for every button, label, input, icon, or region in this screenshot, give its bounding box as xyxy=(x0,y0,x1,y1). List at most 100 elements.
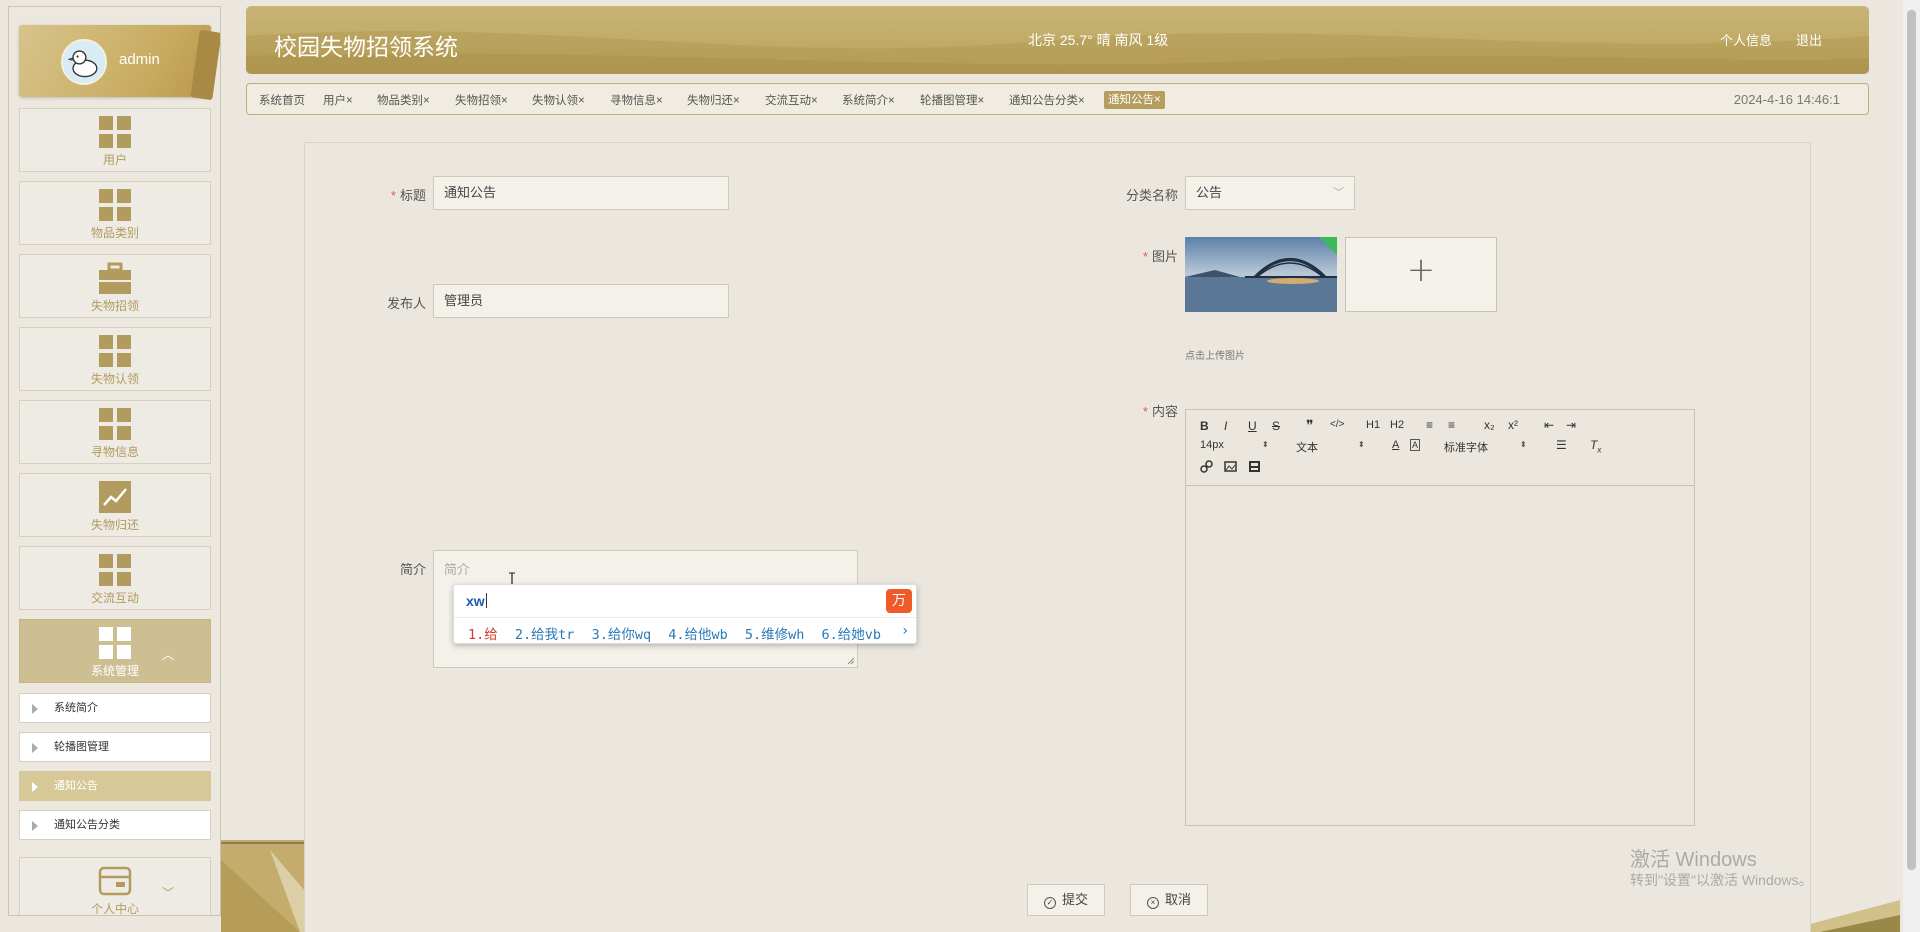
sidebar-item-item-categories[interactable]: 物品类别 xyxy=(19,181,211,245)
resize-grip-icon[interactable] xyxy=(847,657,855,665)
tab-interaction[interactable]: 交流互动× xyxy=(765,92,818,108)
sidebar-item-lost-found[interactable]: 失物招领 xyxy=(19,254,211,318)
close-icon[interactable]: × xyxy=(346,95,353,107)
tab-returns[interactable]: 失物归还× xyxy=(687,92,740,108)
caret-right-icon xyxy=(32,782,38,792)
chart-icon xyxy=(99,481,131,513)
chevron-right-icon[interactable]: › xyxy=(902,623,908,639)
close-icon[interactable]: × xyxy=(501,95,508,107)
ime-candidate[interactable]: 5.维修wh xyxy=(745,627,805,643)
tab-announcements[interactable]: 通知公告× xyxy=(1104,91,1165,109)
bold-icon[interactable]: B xyxy=(1200,419,1209,433)
logout-link[interactable]: 退出 xyxy=(1796,30,1822,49)
image-icon[interactable] xyxy=(1224,460,1237,473)
close-icon[interactable]: × xyxy=(423,95,430,107)
uploaded-image-thumbnail[interactable] xyxy=(1185,237,1337,312)
bullet-list-icon[interactable]: ≡ xyxy=(1448,418,1455,432)
avatar[interactable] xyxy=(61,39,107,85)
close-circle-icon: × xyxy=(1147,897,1159,909)
italic-icon[interactable]: I xyxy=(1224,419,1227,433)
close-icon[interactable]: × xyxy=(1154,94,1161,106)
video-icon[interactable] xyxy=(1248,460,1261,473)
superscript-icon[interactable]: x² xyxy=(1508,418,1518,432)
tab-carousel[interactable]: 轮播图管理× xyxy=(920,92,984,108)
tab-bar: 系统首页 用户× 物品类别× 失物招领× 失物认领× 寻物信息× 失物归还× 交… xyxy=(246,83,1869,115)
tab-system-intro[interactable]: 系统简介× xyxy=(842,92,895,108)
grid-icon xyxy=(99,554,131,586)
subscript-icon[interactable]: x₂ xyxy=(1484,418,1495,432)
indent-icon[interactable]: ⇥ xyxy=(1566,418,1576,432)
sidebar-item-personal-center[interactable]: 个人中心 ﹀ xyxy=(19,857,211,916)
sidebar-item-system-management[interactable]: 系统管理 ︿ xyxy=(19,619,211,683)
block-type-select[interactable]: 文本 ⬍ xyxy=(1296,439,1368,455)
ime-composition: xw xyxy=(466,593,487,609)
intro-label: 简介 xyxy=(399,562,426,577)
sidebar-item-label: 个人中心 xyxy=(90,902,139,916)
tab-claims[interactable]: 失物认领× xyxy=(532,92,585,108)
ime-candidate[interactable]: 4.给他wb xyxy=(668,627,728,643)
close-icon[interactable]: × xyxy=(733,95,740,107)
font-color-icon[interactable]: A xyxy=(1392,439,1399,451)
title-label: * 标题 xyxy=(390,188,426,203)
select-caret-icon: ⬍ xyxy=(1520,440,1527,449)
align-icon[interactable]: ☰ xyxy=(1556,438,1567,452)
close-icon[interactable]: × xyxy=(578,95,585,107)
editor-content-area[interactable] xyxy=(1186,487,1694,825)
ime-candidate[interactable]: 2.给我tr xyxy=(515,627,575,643)
ime-candidate[interactable]: 6.给她vb xyxy=(822,627,882,643)
close-icon[interactable]: × xyxy=(888,95,895,107)
profile-link[interactable]: 个人信息 xyxy=(1720,30,1772,49)
publisher-input[interactable]: 管理员 xyxy=(433,284,729,318)
category-select[interactable]: 公告 ﹀ xyxy=(1185,176,1355,210)
tab-search-info[interactable]: 寻物信息× xyxy=(610,92,663,108)
strike-icon[interactable]: S xyxy=(1272,419,1280,433)
sidebar-item-label: 寻物信息 xyxy=(90,445,139,459)
ime-candidate[interactable]: 1.给 xyxy=(468,627,498,643)
heading1-icon[interactable]: H1 xyxy=(1366,419,1380,431)
blockquote-icon[interactable]: ❞ xyxy=(1306,417,1314,434)
outdent-icon[interactable]: ⇤ xyxy=(1544,418,1554,432)
sidebar-subitem-announcements[interactable]: 通知公告 xyxy=(19,771,211,801)
font-size-select[interactable]: 14px ⬍ xyxy=(1200,439,1272,451)
page-scrollbar[interactable] xyxy=(1903,0,1920,932)
sidebar-item-returns[interactable]: 失物归还 xyxy=(19,473,211,537)
tab-announcement-categories[interactable]: 通知公告分类× xyxy=(1009,92,1085,108)
tab-home[interactable]: 系统首页 xyxy=(259,92,305,108)
title-input[interactable]: 通知公告 xyxy=(433,176,729,210)
sidebar-subitem-label: 通知公告分类 xyxy=(54,818,120,831)
clear-format-icon[interactable]: Tx xyxy=(1590,438,1601,454)
background-color-icon[interactable]: A xyxy=(1410,439,1421,451)
sidebar-item-label: 物品类别 xyxy=(90,226,139,240)
sidebar-item-interaction[interactable]: 交流互动 xyxy=(19,546,211,610)
close-icon[interactable]: × xyxy=(656,95,663,107)
code-block-icon[interactable]: </> xyxy=(1330,419,1344,430)
close-icon[interactable]: × xyxy=(811,95,818,107)
sidebar-subitem-system-intro[interactable]: 系统简介 xyxy=(19,693,211,723)
close-icon[interactable]: × xyxy=(1078,95,1085,107)
sidebar-item-users[interactable]: 用户 xyxy=(19,108,211,172)
category-label: 分类名称 xyxy=(1125,188,1178,203)
sidebar-subitem-carousel[interactable]: 轮播图管理 xyxy=(19,732,211,762)
submit-button[interactable]: ✓ 提交 xyxy=(1027,884,1106,916)
sidebar-item-search-info[interactable]: 寻物信息 xyxy=(19,400,211,464)
bridge-photo-icon xyxy=(1185,237,1337,312)
image-label: * 图片 xyxy=(1142,249,1178,264)
close-icon[interactable]: × xyxy=(978,95,985,107)
sidebar-subitem-announcement-categories[interactable]: 通知公告分类 xyxy=(19,810,211,840)
heading2-icon[interactable]: H2 xyxy=(1390,419,1404,431)
underline-icon[interactable]: U xyxy=(1248,419,1257,433)
cancel-button[interactable]: × 取消 xyxy=(1130,884,1209,916)
category-value: 公告 xyxy=(1196,185,1223,200)
tab-item-categories[interactable]: 物品类别× xyxy=(377,92,430,108)
add-image-button[interactable]: + xyxy=(1345,237,1497,312)
link-icon[interactable] xyxy=(1200,460,1213,473)
tab-lost-found[interactable]: 失物招领× xyxy=(455,92,508,108)
sidebar-item-claims[interactable]: 失物认领 xyxy=(19,327,211,391)
windows-activation-subtitle: 转到"设置"以激活 Windows。 xyxy=(1630,872,1813,888)
user-profile-card[interactable]: admin xyxy=(19,25,220,101)
ime-candidate[interactable]: 3.给你wq xyxy=(592,627,652,643)
font-family-select[interactable]: 标准字体 ⬍ xyxy=(1444,439,1527,455)
ordered-list-icon[interactable]: ≡ xyxy=(1426,418,1433,432)
scrollbar-thumb[interactable] xyxy=(1907,10,1916,870)
tab-users[interactable]: 用户× xyxy=(323,92,353,108)
